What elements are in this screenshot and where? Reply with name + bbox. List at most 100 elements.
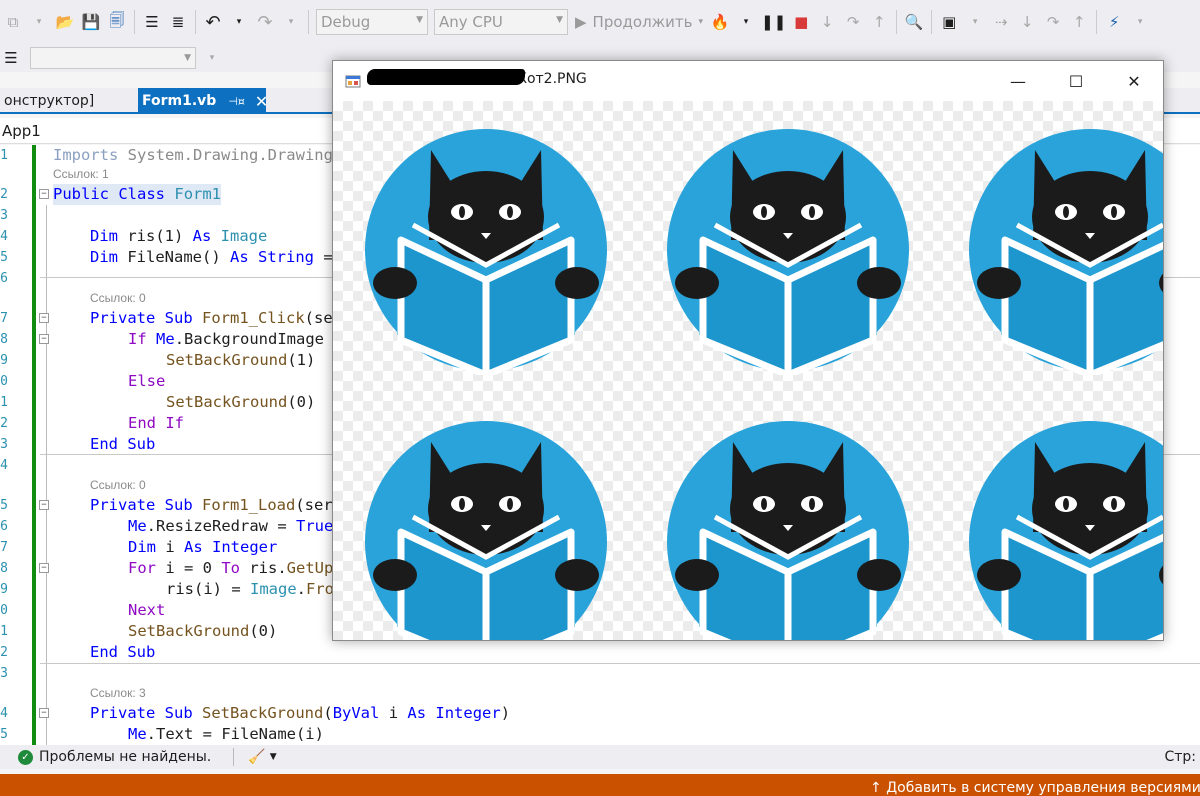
toolbar-separator <box>195 10 196 34</box>
step-out-icon[interactable]: ↑ <box>868 10 890 34</box>
line-number: 5 <box>0 727 8 742</box>
chevron-down-icon[interactable]: ▾ <box>228 10 250 34</box>
toolbar-separator <box>308 10 309 34</box>
add-to-source-control-label: Добавить в систему управления версиями <box>886 780 1200 796</box>
cat-reading-image <box>663 125 913 375</box>
step-over-icon[interactable]: ↷ <box>842 10 864 34</box>
redo-icon[interactable]: ↷ <box>254 10 276 34</box>
add-to-source-control[interactable]: ↑ Добавить в систему управления версиями <box>870 780 1200 796</box>
diagnostics-icon[interactable]: ⚡ <box>1103 10 1125 34</box>
open-folder-icon[interactable]: 📂 <box>54 10 76 34</box>
line-number: 3 <box>0 437 8 452</box>
collapse-icon[interactable]: − <box>39 334 49 344</box>
code-text: Else <box>128 372 166 390</box>
stop-icon[interactable]: ■ <box>790 10 812 34</box>
ide-status-bar: ↑ Добавить в систему управления версиями <box>0 774 1200 796</box>
main-toolbar: ⧉ ▾ 📂 💾 🗐 ☰ ≣ ↶ ▾ ↷ ▾ Debug ▼ Any CPU ▼ … <box>0 0 1200 44</box>
show-next-statement-icon[interactable]: ⇢ <box>990 10 1012 34</box>
collapse-icon[interactable]: − <box>39 189 49 199</box>
code-text: End Sub <box>90 435 156 453</box>
collapse-icon[interactable]: − <box>39 708 49 718</box>
new-item-icon[interactable]: ⧉ <box>2 10 24 34</box>
line-number: 4 <box>0 706 8 721</box>
problems-status[interactable]: Проблемы не найдены. <box>39 749 211 765</box>
undo-icon[interactable]: ↶ <box>202 10 224 34</box>
codelens-references[interactable]: Ссылок: 1 <box>53 164 109 185</box>
close-button[interactable]: ✕ <box>1105 61 1163 101</box>
code-text: Next <box>128 601 166 619</box>
code-text: End Sub <box>90 643 156 661</box>
comment-icon[interactable]: ☰ <box>141 10 163 34</box>
maximize-icon: ☐ <box>1068 71 1084 91</box>
collapse-icon[interactable]: − <box>39 313 49 323</box>
step-into-icon[interactable]: ↓ <box>1016 10 1038 34</box>
code-text: SetBackGround(1) <box>166 351 316 369</box>
platform-combo[interactable]: Any CPU ▼ <box>434 9 568 35</box>
line-number: 4 <box>0 458 8 473</box>
step-over-icon[interactable]: ↷ <box>1042 10 1064 34</box>
step-out-icon[interactable]: ↑ <box>1068 10 1090 34</box>
collapse-icon[interactable]: − <box>39 500 49 510</box>
chevron-down-icon: ▼ <box>184 53 191 63</box>
line-number: 7 <box>0 540 8 555</box>
cat-reading-image <box>361 417 611 641</box>
codelens-references[interactable]: Ссылок: 0 <box>90 288 146 309</box>
uncomment-icon[interactable]: ≣ <box>167 10 189 34</box>
arrow-up-icon: ↑ <box>870 780 882 796</box>
close-icon[interactable]: ✕ <box>255 92 268 111</box>
codelens-references[interactable]: Ссылок: 3 <box>90 683 146 704</box>
toolbar-separator <box>931 10 933 34</box>
tab-form1[interactable]: Form1.vb ⊣¤ ✕ <box>138 88 268 114</box>
line-number: 9 <box>0 582 8 597</box>
configuration-value: Debug <box>321 13 371 31</box>
save-all-icon[interactable]: 🗐 <box>106 10 128 34</box>
chevron-down-icon[interactable]: ▼ <box>270 752 277 762</box>
line-number: 3 <box>0 208 8 223</box>
collapse-icon[interactable]: − <box>39 563 49 573</box>
redaction-scribble <box>367 69 525 85</box>
status-separator <box>233 748 235 766</box>
tab-label: онструктор] <box>4 93 95 109</box>
form-app-icon <box>345 75 361 88</box>
startup-item-combo[interactable]: ▼ <box>30 47 196 69</box>
solution-icon[interactable]: ☰ <box>0 46 22 70</box>
save-icon[interactable]: 💾 <box>80 10 102 34</box>
continue-button[interactable]: ▶ Продолжить ▾ <box>575 13 703 31</box>
chevron-down-icon[interactable]: ▾ <box>964 10 986 34</box>
chevron-down-icon[interactable]: ▾ <box>735 10 757 34</box>
code-line: 2 End Sub <box>0 642 1200 663</box>
chevron-down-icon[interactable]: ▾ <box>201 46 223 70</box>
tab-designer[interactable]: онструктор] <box>0 88 138 114</box>
code-text: Private Sub SetBackGround(ByVal i As Int… <box>90 704 511 722</box>
codelens-references[interactable]: Ссылок: 0 <box>90 475 146 496</box>
configuration-combo[interactable]: Debug ▼ <box>316 9 428 35</box>
line-number: 6 <box>0 519 8 534</box>
code-text: Imports System.Drawing.Drawing <box>53 146 333 164</box>
line-number: 9 <box>0 353 8 368</box>
close-icon: ✕ <box>1127 71 1141 91</box>
layout-icon[interactable]: ▣ <box>938 10 960 34</box>
pin-icon[interactable]: ⊣¤ <box>228 95 245 108</box>
code-cleanup-icon[interactable]: 🧹 <box>248 749 265 765</box>
chevron-down-icon[interactable]: ▾ <box>28 10 50 34</box>
code-text: SetBackGround(0) <box>128 622 278 640</box>
code-text: Me.Text = FileName(i) <box>128 725 324 743</box>
visual-studio-window: ⧉ ▾ 📂 💾 🗐 ☰ ≣ ↶ ▾ ↷ ▾ Debug ▼ Any CPU ▼ … <box>0 0 1200 796</box>
running-form-window[interactable]: Кот2.PNG — ☐ ✕ <box>332 60 1164 641</box>
pause-icon[interactable]: ❚❚ <box>761 10 786 34</box>
code-line: 5 Me.Text = FileName(i) <box>0 724 1200 745</box>
hot-reload-icon[interactable]: 🔥 <box>709 10 731 34</box>
minimize-button[interactable]: — <box>989 61 1047 101</box>
find-in-files-icon[interactable]: 🔍 <box>903 10 925 34</box>
line-number: 3 <box>0 666 8 681</box>
toolbar-separator <box>1096 10 1098 34</box>
maximize-button[interactable]: ☐ <box>1047 61 1105 101</box>
chevron-down-icon[interactable]: ▾ <box>280 10 302 34</box>
step-into-icon[interactable]: ↓ <box>816 10 838 34</box>
line-number: 2 <box>0 645 8 660</box>
chevron-down-icon[interactable]: ▾ <box>1129 10 1151 34</box>
form-client-area[interactable] <box>333 101 1163 641</box>
form-title-bar[interactable]: Кот2.PNG — ☐ ✕ <box>333 61 1163 101</box>
project-dropdown[interactable]: App1 <box>2 122 41 140</box>
toolbar-separator <box>896 10 898 34</box>
